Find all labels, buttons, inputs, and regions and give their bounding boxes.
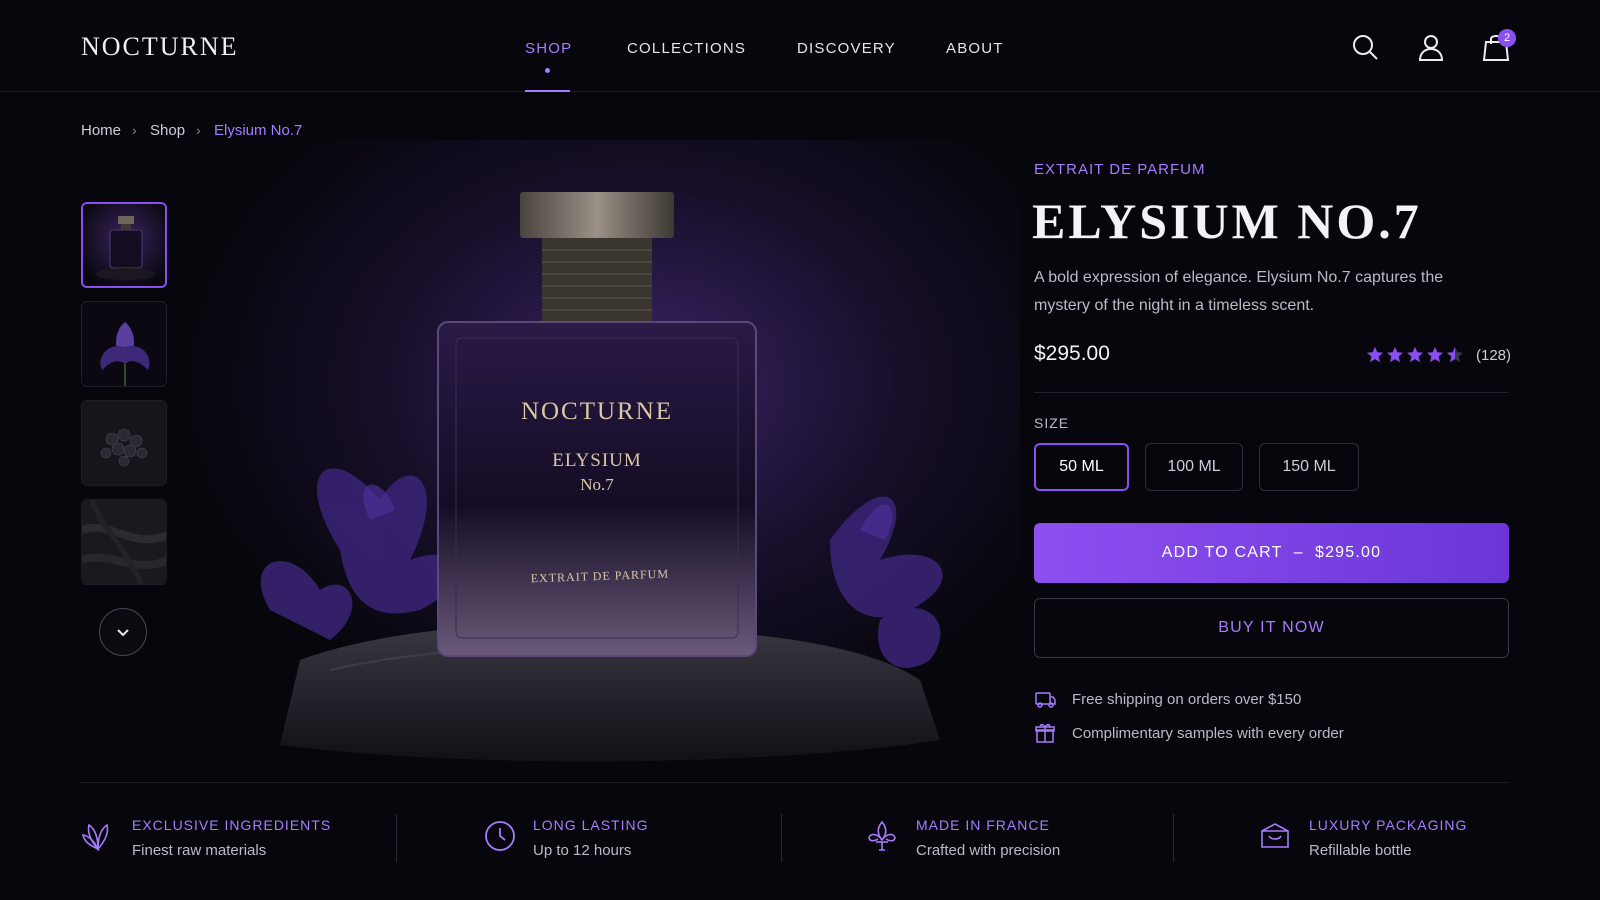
- rating-count: (128): [1476, 346, 1512, 364]
- breadcrumb-separator: ›: [132, 122, 137, 138]
- nav-discovery[interactable]: DISCOVERY: [797, 40, 896, 57]
- breadcrumb-home[interactable]: Home: [81, 122, 121, 139]
- feature-subtitle: Up to 12 hours: [533, 842, 632, 859]
- size-option-50ml[interactable]: 50 ML: [1034, 443, 1129, 491]
- divider: [1034, 392, 1509, 393]
- thumbnail-black-berries[interactable]: [81, 400, 167, 486]
- breadcrumb-separator: ›: [196, 122, 201, 138]
- perk-samples: Complimentary samples with every order: [1034, 722, 1344, 744]
- fleur-de-lis-icon: [868, 820, 896, 851]
- chevron-down-icon: [117, 629, 129, 637]
- feature-subtitle: Refillable bottle: [1309, 842, 1412, 859]
- star-full-icon: [1406, 346, 1424, 363]
- site-header: NOCTURNE SHOP COLLECTIONS DISCOVERY ABOU…: [0, 0, 1600, 92]
- bottle-name-text: ELYSIUM: [552, 450, 642, 471]
- leaf-icon: [82, 823, 109, 852]
- size-option-150ml[interactable]: 150 ML: [1259, 443, 1359, 491]
- clock-icon: [485, 821, 515, 851]
- product-price: $295.00: [1034, 342, 1110, 365]
- delivery-box-icon: [1035, 692, 1056, 708]
- nav-active-underline: [525, 90, 570, 92]
- feature-separator: [1173, 814, 1174, 862]
- feature-separator: [396, 814, 397, 862]
- star-full-icon: [1366, 346, 1384, 363]
- feature-long-lasting: LONG LASTING Up to 12 hours: [483, 815, 763, 865]
- feature-title: EXCLUSIVE INGREDIENTS: [132, 817, 332, 833]
- breadcrumb-shop[interactable]: Shop: [150, 122, 185, 139]
- bottle-number-text: No.7: [580, 475, 614, 494]
- search-icon[interactable]: [1350, 32, 1380, 62]
- divider: [81, 782, 1509, 783]
- product-rating[interactable]: (128): [1366, 345, 1511, 365]
- star-full-icon: [1426, 346, 1444, 363]
- perk-text: Free shipping on orders over $150: [1072, 690, 1302, 708]
- feature-title: LONG LASTING: [533, 817, 649, 833]
- product-hero-image: NOCTURNE ELYSIUM No.7 EXTRAIT DE PARFUM: [180, 140, 1020, 780]
- feature-separator: [781, 814, 782, 862]
- nav-about[interactable]: ABOUT: [946, 40, 1004, 57]
- feature-subtitle: Finest raw materials: [132, 842, 267, 859]
- nav-shop[interactable]: SHOP: [525, 40, 572, 57]
- cart-count-badge: 2: [1498, 29, 1516, 47]
- thumbnails-scroll-down-button[interactable]: [99, 608, 147, 656]
- bottle-brand-text: NOCTURNE: [521, 398, 673, 425]
- account-icon[interactable]: [1416, 32, 1446, 62]
- nav-collections[interactable]: COLLECTIONS: [627, 40, 746, 57]
- star-half-icon: [1446, 346, 1464, 363]
- feature-luxury-packaging: LUXURY PACKAGING Refillable bottle: [1258, 815, 1518, 865]
- size-label: SIZE: [1034, 415, 1070, 431]
- feature-exclusive-ingredients: EXCLUSIVE INGREDIENTS Finest raw materia…: [81, 815, 381, 865]
- buy-now-button[interactable]: BUY IT NOW: [1034, 598, 1509, 658]
- thumbnail-bottle[interactable]: [81, 202, 167, 288]
- gift-icon: [1035, 723, 1055, 743]
- product-description: A bold expression of elegance. Elysium N…: [1034, 269, 1444, 314]
- feature-subtitle: Crafted with precision: [916, 842, 1061, 859]
- star-full-icon: [1386, 346, 1404, 363]
- breadcrumb-current: Elysium No.7: [214, 122, 303, 139]
- product-title: ELYSIUM NO.7: [1032, 193, 1422, 249]
- gift-box-icon: [1261, 823, 1289, 848]
- feature-made-in-france: MADE IN FRANCE Crafted with precision: [865, 815, 1155, 865]
- thumbnail-dark-texture[interactable]: [81, 499, 167, 585]
- nav-active-dot: [545, 68, 550, 73]
- perk-text: Complimentary samples with every order: [1072, 724, 1344, 742]
- product-category: EXTRAIT DE PARFUM: [1034, 161, 1206, 178]
- add-to-cart-button[interactable]: ADD TO CART – $295.00: [1034, 523, 1509, 583]
- size-option-100ml[interactable]: 100 ML: [1145, 443, 1243, 491]
- feature-title: MADE IN FRANCE: [916, 817, 1050, 833]
- feature-title: LUXURY PACKAGING: [1309, 817, 1468, 833]
- thumbnail-iris-flower[interactable]: [81, 301, 167, 387]
- perk-free-shipping: Free shipping on orders over $150: [1034, 688, 1301, 710]
